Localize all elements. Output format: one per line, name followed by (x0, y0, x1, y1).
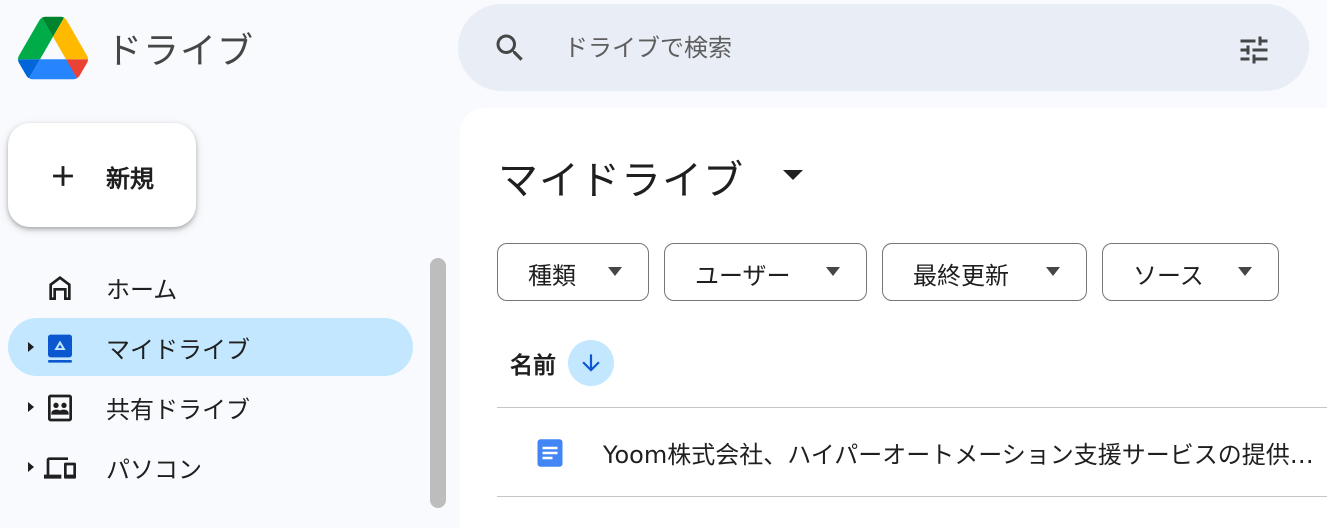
expand-arrow-icon[interactable] (26, 400, 36, 414)
google-docs-icon (537, 439, 563, 467)
search-input[interactable] (562, 24, 1206, 72)
shared-drives-icon (48, 394, 72, 422)
search-icon[interactable] (492, 30, 528, 66)
search-bar[interactable] (458, 4, 1309, 91)
expand-arrow-icon[interactable] (26, 340, 36, 354)
arrow-down-icon (582, 354, 600, 372)
title-dropdown-icon[interactable] (782, 168, 804, 182)
sidebar-item-computers[interactable]: パソコン (8, 438, 413, 496)
filter-chip-source[interactable]: ソース (1102, 243, 1279, 301)
search-options-icon[interactable] (1236, 32, 1272, 68)
home-icon (49, 276, 71, 300)
sort-direction-button[interactable] (568, 340, 614, 386)
sidebar-item-shared-drives[interactable]: 共有ドライブ (8, 378, 413, 436)
drive-logo (18, 16, 88, 80)
sidebar-item-my-drive[interactable]: マイドライブ (8, 318, 413, 376)
chevron-down-icon (608, 267, 622, 276)
sidebar-item-home[interactable]: ホーム (8, 258, 413, 316)
new-button[interactable]: 新規 (8, 123, 196, 227)
filter-chip-label: 最終更新 (913, 262, 1009, 290)
column-header-name[interactable]: 名前 (510, 346, 556, 380)
new-button-label: 新規 (106, 165, 154, 193)
filter-chip-label: ソース (1133, 262, 1204, 290)
page-title[interactable]: マイドライブ (498, 148, 744, 206)
file-name[interactable]: Yoom株式会社、ハイパーオートメーション支援サービスの提供を開始 (603, 435, 1319, 470)
app-title: ドライブ (106, 31, 255, 72)
my-drive-icon (48, 334, 72, 363)
sidebar-scrollbar[interactable] (430, 258, 446, 508)
plus-icon (53, 166, 73, 186)
filter-chip-user[interactable]: ユーザー (664, 243, 867, 301)
filter-chip-label: 種類 (528, 262, 576, 290)
computers-icon (44, 457, 76, 479)
sidebar-item-label: パソコン (106, 456, 202, 484)
sidebar-item-label: 共有ドライブ (106, 396, 250, 424)
chevron-down-icon (1046, 267, 1060, 276)
main-panel: マイドライブ 種類 ユーザー 最終更新 ソース 名前 Yoom株式会社、ハイパー… (460, 108, 1327, 528)
chevron-down-icon (826, 267, 840, 276)
table-row[interactable]: Yoom株式会社、ハイパーオートメーション支援サービスの提供を開始 (497, 408, 1327, 496)
sidebar-item-label: マイドライブ (106, 336, 250, 364)
expand-arrow-icon[interactable] (26, 460, 36, 474)
divider (497, 496, 1327, 497)
sidebar-item-label: ホーム (106, 276, 178, 304)
chevron-down-icon (1238, 267, 1252, 276)
filter-chip-type[interactable]: 種類 (497, 243, 649, 301)
filter-chip-label: ユーザー (695, 262, 791, 290)
filter-chip-modified[interactable]: 最終更新 (882, 243, 1087, 301)
